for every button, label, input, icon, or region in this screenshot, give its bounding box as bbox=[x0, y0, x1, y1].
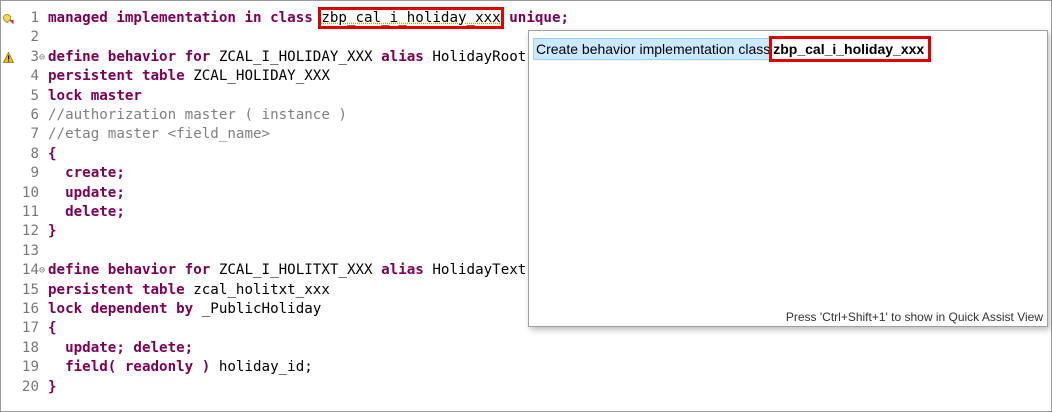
line-number: 3 bbox=[30, 48, 39, 65]
code-text: define behavior for ZCAL_I_HOLITXT_XXX a… bbox=[48, 261, 526, 280]
line-number: 16 bbox=[21, 301, 39, 317]
code-token: ZCAL_I_HOLIDAY_XXX bbox=[218, 48, 382, 65]
code-line[interactable]: 19 field( readonly ) holiday_id; bbox=[1, 358, 1041, 377]
line-number: 14 bbox=[21, 262, 39, 279]
line-number: 12 bbox=[21, 223, 39, 240]
line-number: 19 bbox=[21, 359, 39, 376]
code-token: persistent table bbox=[48, 281, 194, 298]
code-token: define behavior for bbox=[48, 48, 219, 65]
code-token: managed implementation in class bbox=[48, 10, 322, 26]
code-line[interactable]: 1 managed implementation in class zbp_cal… bbox=[1, 7, 1041, 29]
code-text: } bbox=[48, 378, 57, 397]
code-token: } bbox=[48, 378, 57, 395]
line-number: 11 bbox=[21, 204, 39, 220]
code-text: update; bbox=[48, 184, 125, 203]
fold-toggle-icon[interactable]: ⊖ bbox=[39, 48, 48, 67]
line-number: 20 bbox=[21, 378, 39, 395]
code-token: alias bbox=[381, 48, 433, 65]
code-token: //authorization master ( instance ) bbox=[48, 107, 347, 123]
quick-assist-hint: Press 'Ctrl+Shift+1' to show in Quick As… bbox=[785, 310, 1043, 324]
code-token: create; bbox=[48, 165, 125, 182]
code-token: { bbox=[48, 320, 57, 337]
code-token: lock master bbox=[48, 87, 142, 104]
code-text: lock dependent by _PublicHoliday bbox=[48, 300, 321, 319]
quick-fix-popup: Create behavior implementation class zbp… bbox=[528, 30, 1048, 327]
line-number: 15 bbox=[21, 281, 39, 298]
code-text: { bbox=[48, 145, 57, 164]
code-text: update; delete; bbox=[48, 339, 193, 358]
code-text: //etag master <field_name> bbox=[48, 125, 270, 144]
proposal-class-name: zbp_cal_i_holiday_xxx bbox=[769, 36, 932, 62]
line-number: 17 bbox=[21, 320, 39, 337]
code-text: persistent table ZCAL_HOLIDAY_XXX bbox=[48, 67, 330, 86]
code-token: alias bbox=[381, 262, 433, 279]
line-number: 7 bbox=[30, 126, 39, 143]
code-token: holiday_id; bbox=[218, 359, 313, 376]
code-token: ZCAL_I_HOLITXT_XXX bbox=[218, 262, 382, 279]
code-token: unique; bbox=[509, 10, 570, 26]
code-text: delete; bbox=[48, 203, 125, 222]
code-line[interactable]: 20} bbox=[1, 378, 1041, 397]
code-line[interactable]: 18 update; delete; bbox=[1, 339, 1041, 358]
code-token: //etag master <field_name> bbox=[48, 126, 271, 143]
code-token: field( readonly ) bbox=[48, 359, 219, 376]
line-number: 2 bbox=[30, 29, 39, 46]
code-token: HolidayText bbox=[432, 262, 527, 279]
quick-fix-lightbulb-icon[interactable] bbox=[1, 9, 15, 28]
line-number: 8 bbox=[30, 145, 39, 162]
code-text: persistent table zcal_holitxt_xxx bbox=[48, 281, 330, 300]
code-token: ZCAL_HOLIDAY_XXX bbox=[193, 68, 330, 85]
code-token: zcal_holitxt_xxx bbox=[193, 281, 330, 298]
proposal-label: Create behavior implementation class bbox=[536, 41, 771, 57]
code-token: define behavior for bbox=[48, 262, 219, 279]
code-token: delete; bbox=[48, 204, 125, 220]
code-token: HolidayRoot bbox=[432, 48, 527, 65]
warning-icon[interactable] bbox=[1, 48, 15, 67]
code-text: { bbox=[48, 319, 57, 338]
code-text: define behavior for ZCAL_I_HOLIDAY_XXX a… bbox=[48, 48, 526, 67]
line-number: 4 bbox=[30, 68, 39, 85]
fold-toggle-icon[interactable]: ⊖ bbox=[39, 261, 48, 280]
line-number: 9 bbox=[30, 165, 39, 182]
highlighted-class-name: zbp_cal_i_holiday_xxx bbox=[318, 7, 504, 29]
line-number: 6 bbox=[30, 107, 39, 123]
code-text: } bbox=[48, 222, 57, 241]
code-text: lock master bbox=[48, 87, 142, 106]
code-token: update; bbox=[48, 184, 125, 201]
code-token: } bbox=[48, 223, 57, 240]
line-number: 1 bbox=[30, 10, 39, 26]
line-number: 13 bbox=[21, 242, 39, 259]
line-number: 10 bbox=[21, 184, 39, 201]
code-text: field( readonly ) holiday_id; bbox=[48, 358, 313, 377]
quick-fix-proposal[interactable]: Create behavior implementation class zbp… bbox=[533, 36, 932, 62]
line-number: 18 bbox=[21, 339, 39, 356]
code-token: update; delete; bbox=[48, 339, 194, 356]
code-token: persistent table bbox=[48, 68, 194, 85]
code-text: managed implementation in class zbp_cal_… bbox=[48, 7, 570, 29]
code-token: _PublicHoliday bbox=[201, 301, 322, 317]
code-text: //authorization master ( instance ) bbox=[48, 106, 347, 125]
code-token: lock dependent by bbox=[48, 301, 202, 317]
code-token: { bbox=[48, 145, 57, 162]
line-number: 5 bbox=[30, 87, 39, 104]
code-text: create; bbox=[48, 164, 125, 183]
